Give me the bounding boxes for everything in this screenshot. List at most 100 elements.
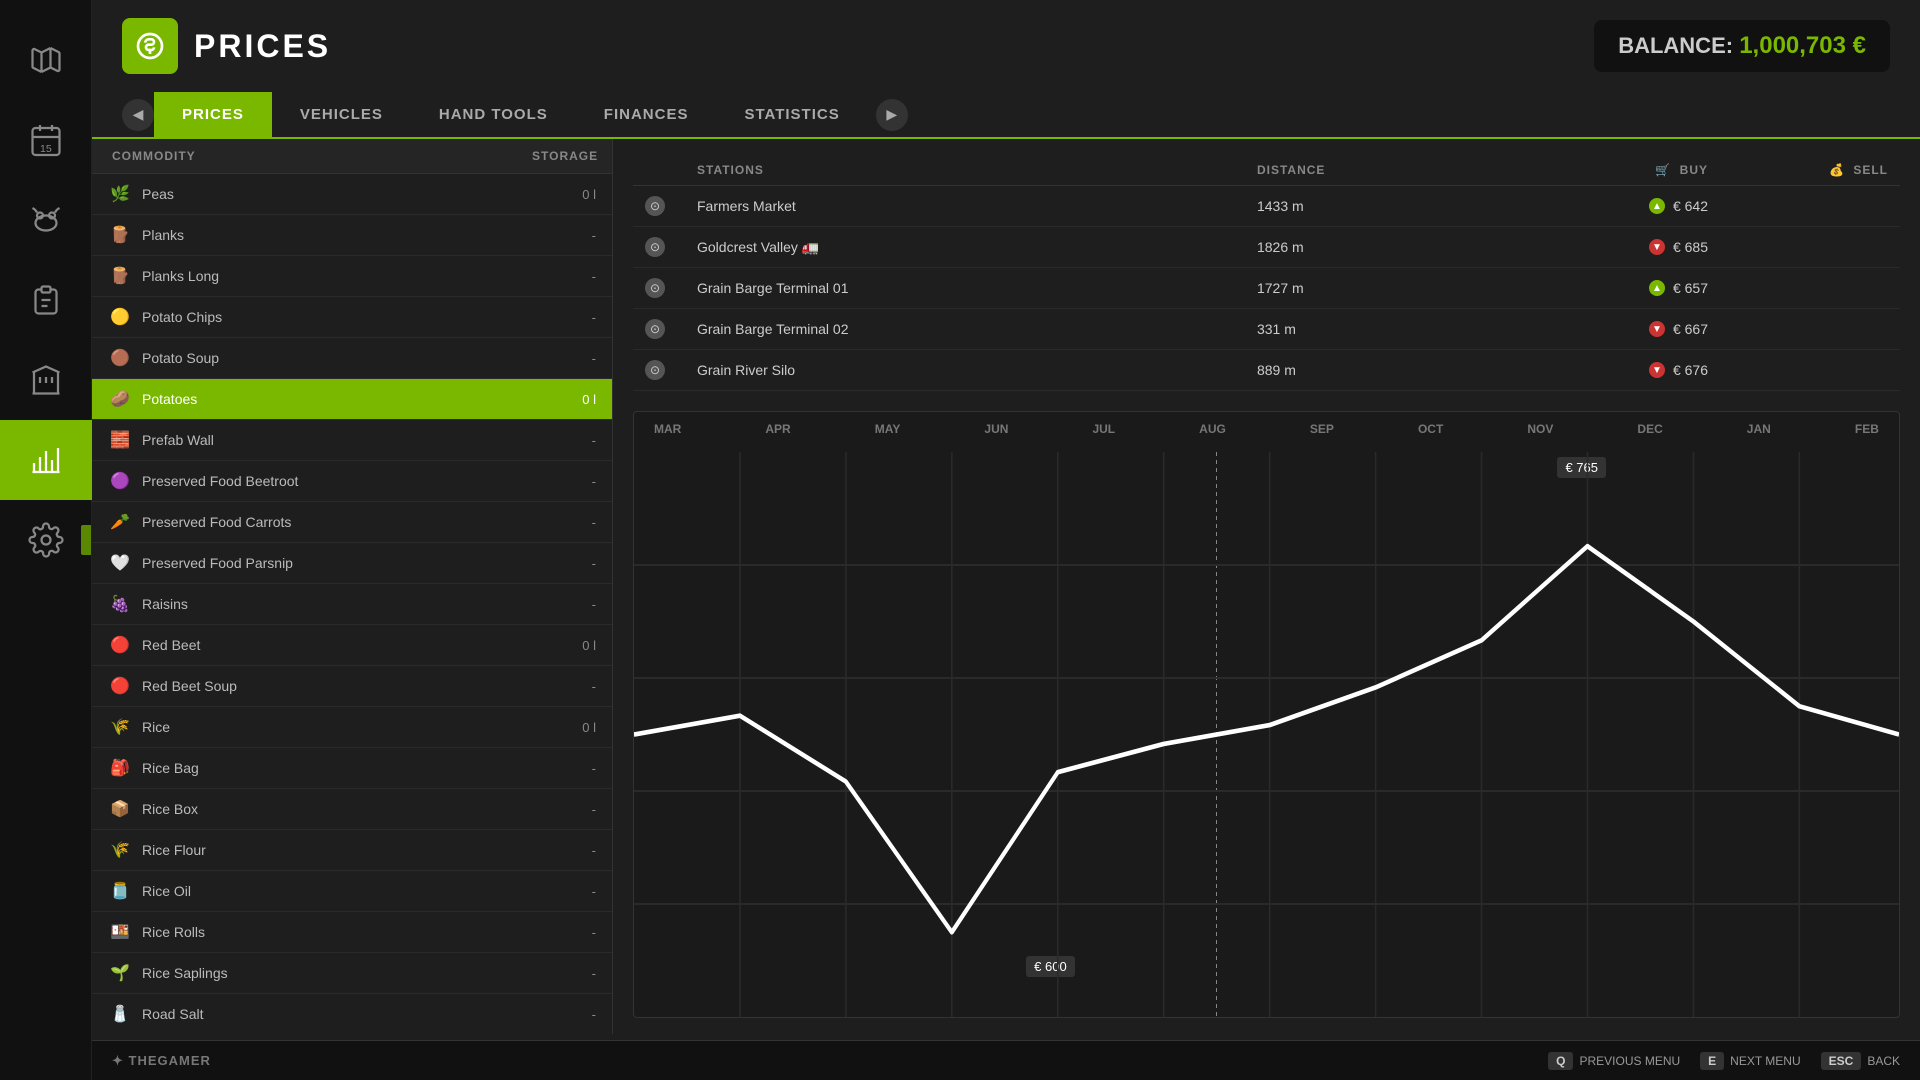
- table-row[interactable]: ⊙ Grain Barge Terminal 01 1727 m ▲ € 657: [633, 268, 1900, 309]
- station-name: Grain Barge Terminal 02: [685, 309, 1245, 350]
- sidebar-item-calendar[interactable]: 15: [0, 100, 92, 180]
- station-name: Farmers Market: [685, 186, 1245, 227]
- chart-month-label: NOV: [1527, 422, 1553, 436]
- list-item[interactable]: 🌾 Rice Flour -: [92, 830, 612, 871]
- price-trend-icon: ▼: [1649, 362, 1665, 378]
- table-row[interactable]: ⊙ Goldcrest Valley 🚛 1826 m ▼ € 685: [633, 227, 1900, 268]
- list-item[interactable]: 🟣 Preserved Food Beetroot -: [92, 461, 612, 502]
- list-item[interactable]: 🌾 Rice 0 l: [92, 707, 612, 748]
- price-value: € 685: [1673, 239, 1708, 255]
- th-buy: 🛒 BUY: [1540, 155, 1720, 186]
- list-item[interactable]: 🟤 Potato Soup -: [92, 338, 612, 379]
- commodity-storage: 0 l: [556, 720, 596, 735]
- commodity-storage: -: [556, 474, 596, 489]
- list-item[interactable]: 🍇 Raisins -: [92, 584, 612, 625]
- station-distance: 1826 m: [1245, 227, 1540, 268]
- e-key-badge[interactable]: E: [1700, 1052, 1724, 1070]
- commodity-storage: -: [556, 597, 596, 612]
- station-buy-price: ▼ € 685: [1540, 227, 1720, 268]
- svg-text:15: 15: [40, 143, 52, 155]
- commodity-name: Rice Flour: [142, 842, 556, 858]
- list-item[interactable]: 🥔 Potatoes 0 l: [92, 379, 612, 420]
- list-item[interactable]: 🥕 Preserved Food Carrots -: [92, 502, 612, 543]
- sidebar-item-animals[interactable]: [0, 180, 92, 260]
- list-item[interactable]: 🍱 Rice Rolls -: [92, 912, 612, 953]
- commodity-icon: 🫙: [108, 879, 132, 903]
- list-item[interactable]: 🎒 Rice Bag -: [92, 748, 612, 789]
- list-item[interactable]: 🫙 Rice Oil -: [92, 871, 612, 912]
- commodity-storage: -: [556, 228, 596, 243]
- table-row[interactable]: ⊙ Grain River Silo 889 m ▼ € 676: [633, 350, 1900, 391]
- commodity-name: Road Salt: [142, 1006, 556, 1022]
- list-item[interactable]: 🧱 Prefab Wall -: [92, 420, 612, 461]
- station-row-icon: ⊙: [633, 227, 685, 268]
- list-item[interactable]: 🔴 Red Beet Soup -: [92, 666, 612, 707]
- chart-area: € 765 € 600: [634, 452, 1899, 1017]
- station-sell-price: [1720, 309, 1900, 350]
- price-trend-icon: ▲: [1649, 280, 1665, 296]
- sidebar: 15: [0, 0, 92, 1080]
- station-circle-icon: ⊙: [645, 278, 665, 298]
- list-item[interactable]: 🤍 Preserved Food Parsnip -: [92, 543, 612, 584]
- commodity-icon: 📦: [108, 797, 132, 821]
- station-distance: 1433 m: [1245, 186, 1540, 227]
- station-sell-price: [1720, 268, 1900, 309]
- list-item[interactable]: 🔴 Red Beet 0 l: [92, 625, 612, 666]
- commodity-storage: -: [556, 966, 596, 981]
- sidebar-item-contracts[interactable]: [0, 260, 92, 340]
- nav-prev-arrow[interactable]: ◀: [122, 99, 154, 131]
- prev-menu-label: PREVIOUS MENU: [1579, 1054, 1680, 1068]
- commodity-icon: 🔴: [108, 674, 132, 698]
- commodity-name: Rice Box: [142, 801, 556, 817]
- chart-svg: [634, 452, 1899, 1017]
- station-row-icon: ⊙: [633, 268, 685, 309]
- sidebar-item-prices[interactable]: [0, 420, 92, 500]
- tab-vehicles[interactable]: VEHICLES: [272, 92, 411, 137]
- commodity-name: Potato Soup: [142, 350, 556, 366]
- list-item[interactable]: 🌱 Rice Saplings -: [92, 953, 612, 994]
- list-item[interactable]: 🌿 Peas 0 l: [92, 174, 612, 215]
- q-key-badge[interactable]: Q: [1548, 1052, 1573, 1070]
- commodity-name: Potatoes: [142, 391, 556, 407]
- table-row[interactable]: ⊙ Grain Barge Terminal 02 331 m ▼ € 667: [633, 309, 1900, 350]
- commodity-icon: 🪵: [108, 223, 132, 247]
- tab-hand-tools[interactable]: HAND TOOLS: [411, 92, 576, 137]
- station-distance: 331 m: [1245, 309, 1540, 350]
- station-buy-price: ▼ € 667: [1540, 309, 1720, 350]
- station-row-icon: ⊙: [633, 350, 685, 391]
- list-item[interactable]: 🪵 Planks Long -: [92, 256, 612, 297]
- list-item[interactable]: 🪵 Planks -: [92, 215, 612, 256]
- commodity-name: Raisins: [142, 596, 556, 612]
- price-value: € 642: [1673, 198, 1708, 214]
- commodity-icon: 🟡: [108, 305, 132, 329]
- tab-prices[interactable]: PRICES: [154, 92, 272, 137]
- tab-finances[interactable]: FINANCES: [576, 92, 717, 137]
- commodity-panel: COMMODITY STORAGE 🌿 Peas 0 l 🪵 Planks - …: [92, 139, 612, 1034]
- commodity-icon: 🎒: [108, 756, 132, 780]
- chart-month-label: JUN: [984, 422, 1008, 436]
- chart-month-label: AUG: [1199, 422, 1226, 436]
- list-item[interactable]: 🟡 Potato Chips -: [92, 297, 612, 338]
- commodity-name: Rice: [142, 719, 556, 735]
- commodity-icon: 🔴: [108, 633, 132, 657]
- tab-statistics[interactable]: STATISTICS: [716, 92, 867, 137]
- sidebar-item-settings[interactable]: [0, 500, 92, 580]
- esc-key-badge[interactable]: ESC: [1821, 1052, 1862, 1070]
- commodity-storage: -: [556, 884, 596, 899]
- station-buy-price: ▲ € 642: [1540, 186, 1720, 227]
- balance-label: BALANCE:: [1618, 33, 1733, 58]
- nav-next-arrow[interactable]: ▶: [876, 99, 908, 131]
- list-item[interactable]: 📦 Rice Box -: [92, 789, 612, 830]
- bottom-bar: ✦ THEGAMER Q PREVIOUS MENU E NEXT MENU E…: [92, 1040, 1920, 1080]
- commodity-header: COMMODITY STORAGE: [92, 139, 612, 174]
- list-item[interactable]: 🧂 Road Salt -: [92, 994, 612, 1034]
- commodity-name: Rice Rolls: [142, 924, 556, 940]
- commodity-name: Planks Long: [142, 268, 556, 284]
- station-row-icon: ⊙: [633, 186, 685, 227]
- chart-month-label: MAR: [654, 422, 681, 436]
- nav-tabs: ◀ PRICES VEHICLES HAND TOOLS FINANCES ST…: [92, 92, 1920, 139]
- sidebar-item-map[interactable]: [0, 20, 92, 100]
- station-buy-price: ▲ € 657: [1540, 268, 1720, 309]
- sidebar-item-production[interactable]: [0, 340, 92, 420]
- table-row[interactable]: ⊙ Farmers Market 1433 m ▲ € 642: [633, 186, 1900, 227]
